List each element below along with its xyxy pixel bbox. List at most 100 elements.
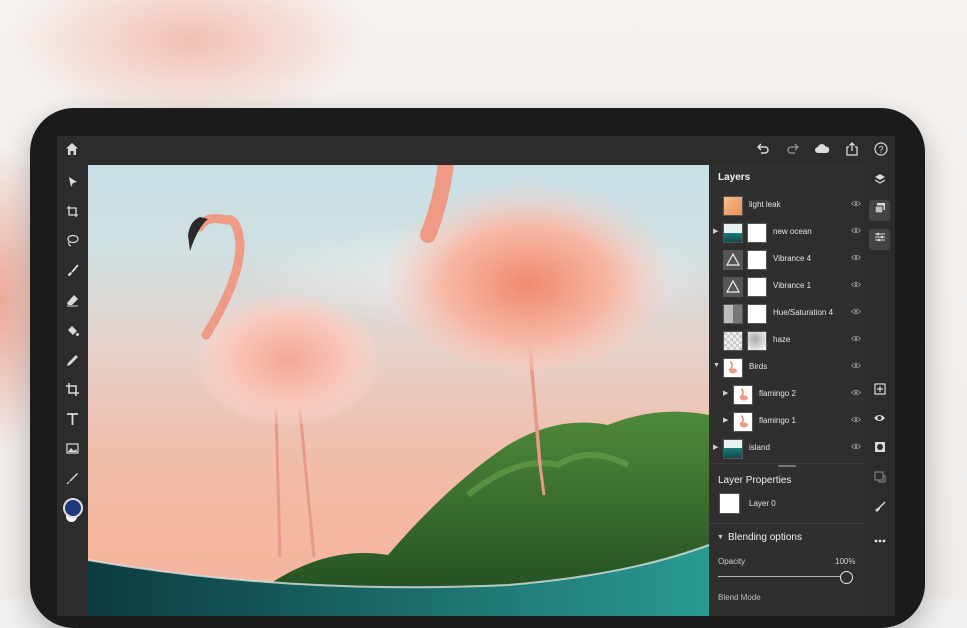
cloud-icon[interactable] — [813, 142, 831, 160]
layer-name: Vibrance 4 — [773, 254, 812, 263]
share-icon[interactable] — [843, 142, 861, 160]
visibility-icon[interactable] — [869, 410, 890, 431]
chevron-down-icon[interactable]: ▼ — [717, 534, 724, 541]
layer-row[interactable]: haze — [709, 327, 864, 354]
layer-mask-thumbnail — [747, 250, 767, 270]
eye-icon[interactable] — [850, 361, 862, 371]
mask-icon[interactable] — [869, 439, 890, 460]
right-toolbar — [864, 165, 895, 616]
blending-options-title[interactable]: Blending options — [728, 532, 802, 543]
layer-row[interactable]: ▶ new ocean — [709, 219, 864, 246]
type-icon[interactable] — [63, 412, 82, 431]
help-icon[interactable]: ? — [872, 142, 890, 160]
more-icon[interactable] — [869, 529, 890, 550]
layer-row[interactable]: Hue/Saturation 4 — [709, 300, 864, 327]
blend-mode-label: Blend Mode — [718, 593, 761, 602]
layers-panel-title: Layers — [718, 172, 751, 183]
panel-resize-handle[interactable] — [778, 465, 796, 467]
left-toolbar — [57, 166, 88, 616]
birds-thumb-icon — [728, 361, 737, 374]
undo-icon[interactable] — [754, 142, 772, 160]
eye-icon[interactable] — [850, 226, 862, 236]
layer-row[interactable]: Vibrance 4 — [709, 246, 864, 273]
layer-name: light leak — [749, 200, 781, 209]
eye-icon[interactable] — [850, 253, 862, 263]
layers-icon[interactable] — [869, 171, 890, 192]
eye-icon[interactable] — [850, 334, 862, 344]
opacity-slider-track[interactable] — [718, 576, 846, 577]
layer-name: flamingo 2 — [759, 389, 796, 398]
opacity-slider-knob[interactable] — [840, 571, 853, 584]
redo-icon[interactable] — [784, 142, 802, 160]
eye-icon[interactable] — [850, 442, 862, 452]
layer-name: island — [749, 443, 770, 452]
layer-thumbnail — [723, 250, 743, 270]
sweep-icon[interactable] — [869, 499, 890, 520]
transform-icon[interactable] — [63, 204, 82, 223]
layer-expand-icon[interactable]: ▶ — [723, 389, 728, 397]
layer-row[interactable]: ▼ Birds — [709, 354, 864, 381]
layer-thumbnail — [723, 439, 743, 459]
opacity-label: Opacity — [718, 557, 746, 566]
layer-row[interactable]: Vibrance 1 — [709, 273, 864, 300]
layer-mask-thumbnail — [747, 277, 767, 297]
svg-text:?: ? — [878, 145, 883, 155]
layer-expand-icon[interactable]: ▼ — [713, 362, 720, 369]
document-canvas[interactable] — [88, 165, 709, 616]
layer-thumbnail — [723, 196, 743, 216]
layer-expand-icon[interactable]: ▶ — [723, 416, 728, 424]
layer-properties-name[interactable]: Layer 0 — [749, 499, 776, 508]
layer-row[interactable]: ▶ flamingo 1 — [709, 408, 864, 435]
layer-row[interactable]: ▶ flamingo 2 — [709, 381, 864, 408]
app-screen: ? Layers light leak ▶ new ocean Vibrance… — [57, 136, 895, 616]
fill-icon[interactable] — [63, 323, 82, 342]
layer-name: flamingo 1 — [759, 416, 796, 425]
healing-icon[interactable] — [63, 353, 82, 372]
eraser-icon[interactable] — [63, 293, 82, 312]
layer-stack-icon[interactable] — [869, 200, 890, 221]
layer-name: haze — [773, 335, 791, 344]
eye-icon[interactable] — [850, 415, 862, 425]
clip-icon[interactable] — [869, 469, 890, 490]
eyedropper-icon[interactable] — [63, 471, 82, 490]
layer-mask-thumbnail — [747, 331, 767, 351]
eye-icon[interactable] — [850, 280, 862, 290]
layer-name: Vibrance 1 — [773, 281, 812, 290]
layer-name: new ocean — [773, 227, 812, 236]
brush-icon[interactable] — [63, 263, 82, 282]
panel-divider-2 — [709, 523, 864, 524]
panel-divider — [709, 463, 864, 464]
lasso-icon[interactable] — [63, 233, 82, 252]
opacity-value: 100% — [835, 557, 856, 566]
flamingo-thumb-icon — [739, 388, 748, 401]
layer-properties-thumb — [719, 493, 740, 514]
layer-row[interactable]: ▶ island — [709, 435, 864, 462]
eye-icon[interactable] — [850, 199, 862, 209]
image-icon[interactable] — [63, 441, 82, 460]
layer-expand-icon[interactable]: ▶ — [713, 227, 718, 235]
layer-thumbnail — [733, 385, 753, 405]
flamingo-thumb-icon — [739, 415, 748, 428]
top-bar: ? — [57, 136, 895, 166]
layer-thumbnail — [723, 304, 743, 324]
triangle-icon — [725, 279, 741, 293]
crop-icon[interactable] — [63, 382, 82, 401]
select-icon[interactable] — [63, 174, 82, 193]
layer-thumbnail — [723, 277, 743, 297]
home-icon[interactable] — [63, 142, 81, 160]
layer-thumbnail — [723, 223, 743, 243]
layer-mask-thumbnail — [747, 304, 767, 324]
layer-thumbnail — [733, 412, 753, 432]
layers-panel: Layers light leak ▶ new ocean Vibrance 4 Vib… — [709, 165, 864, 616]
foreground-color-swatch[interactable] — [63, 498, 83, 518]
layer-thumbnail — [723, 358, 743, 378]
adjustments-icon[interactable] — [869, 229, 890, 250]
triangle-icon — [725, 252, 741, 266]
layer-properties-title: Layer Properties — [718, 475, 792, 486]
layer-row[interactable]: light leak — [709, 192, 864, 219]
eye-icon[interactable] — [850, 388, 862, 398]
eye-icon[interactable] — [850, 307, 862, 317]
layer-thumbnail — [723, 331, 743, 351]
add-layer-icon[interactable] — [869, 381, 890, 402]
layer-expand-icon[interactable]: ▶ — [713, 443, 718, 451]
